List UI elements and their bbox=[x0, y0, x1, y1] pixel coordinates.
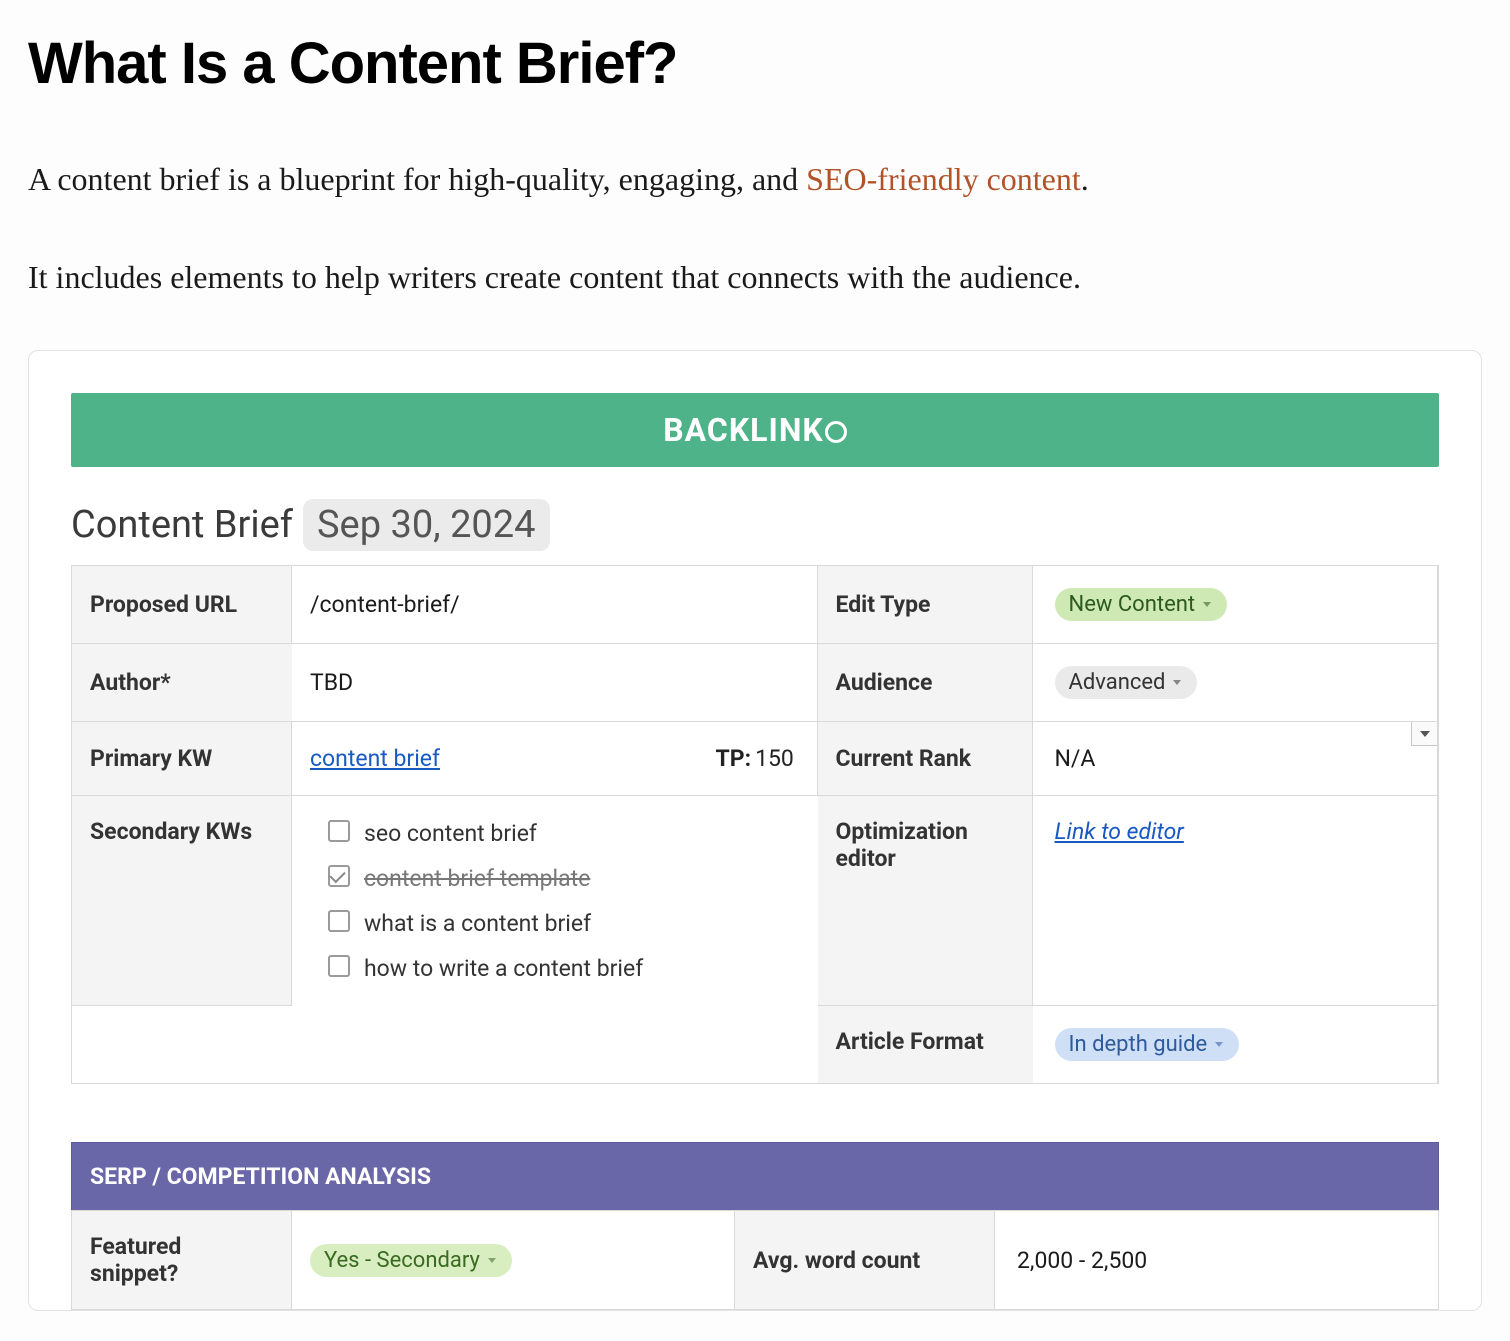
featured-snippet-value-cell: Yes - Secondary bbox=[292, 1211, 735, 1309]
edit-type-value-cell: New Content bbox=[1033, 566, 1439, 644]
checkbox-checked-icon[interactable] bbox=[328, 865, 350, 887]
checkbox-icon[interactable] bbox=[328, 910, 350, 932]
secondary-kws-cell: seo content brief content brief template… bbox=[292, 796, 818, 1006]
primary-kw-value-cell: content brief bbox=[292, 722, 698, 796]
secondary-kw-item[interactable]: how to write a content brief bbox=[328, 953, 643, 984]
audience-label: Audience bbox=[818, 644, 1033, 722]
caret-down-icon bbox=[1173, 680, 1181, 685]
avg-word-count-value: 2,000 - 2,500 bbox=[995, 1211, 1438, 1309]
secondary-kws-list: seo content brief content brief template… bbox=[328, 814, 643, 988]
brief-fields-grid: Proposed URL /content-brief/ Edit Type N… bbox=[71, 565, 1439, 1084]
primary-kw-label: Primary KW bbox=[72, 722, 292, 796]
seo-friendly-link[interactable]: SEO-friendly content bbox=[806, 161, 1081, 197]
current-rank-text: N/A bbox=[1055, 745, 1096, 772]
doc-title-text: Content Brief bbox=[71, 503, 293, 547]
document-title-row: Content Brief Sep 30, 2024 bbox=[71, 499, 1439, 551]
optimization-editor-label: Optimization editor bbox=[818, 796, 1033, 1006]
dropdown-corner-icon[interactable] bbox=[1411, 722, 1437, 746]
audience-pill[interactable]: Advanced bbox=[1055, 666, 1198, 699]
brand-logo-o-icon bbox=[825, 421, 847, 443]
serp-grid: Featured snippet? Yes - Secondary Avg. w… bbox=[71, 1210, 1439, 1310]
tp-label: TP: bbox=[716, 745, 752, 772]
current-rank-value: N/A bbox=[1033, 722, 1439, 796]
brand-banner: BACKLINK bbox=[71, 393, 1439, 467]
avg-word-count-label: Avg. word count bbox=[735, 1211, 995, 1309]
secondary-kw-text: seo content brief bbox=[364, 818, 537, 849]
link-to-editor[interactable]: Link to editor bbox=[1055, 818, 1184, 845]
tp-cell: TP: 150 bbox=[698, 722, 818, 796]
caret-down-icon bbox=[488, 1258, 496, 1263]
featured-snippet-pill-text: Yes - Secondary bbox=[324, 1248, 480, 1273]
secondary-kws-label: Secondary KWs bbox=[72, 796, 292, 1006]
intro-line-1: A content brief is a blueprint for high-… bbox=[28, 155, 1482, 205]
optimization-editor-value-cell: Link to editor bbox=[1033, 796, 1439, 1006]
content-brief-card: BACKLINK Content Brief Sep 30, 2024 Prop… bbox=[28, 350, 1482, 1311]
primary-kw-link[interactable]: content brief bbox=[310, 745, 440, 772]
audience-pill-text: Advanced bbox=[1069, 670, 1166, 695]
secondary-kw-item[interactable]: what is a content brief bbox=[328, 908, 643, 939]
serp-section-header: SERP / COMPETITION ANALYSIS bbox=[71, 1142, 1439, 1210]
intro-block: A content brief is a blueprint for high-… bbox=[28, 155, 1482, 302]
article-format-label: Article Format bbox=[818, 1006, 1033, 1083]
audience-value-cell: Advanced bbox=[1033, 644, 1439, 722]
current-rank-label: Current Rank bbox=[818, 722, 1033, 796]
secondary-kw-text: how to write a content brief bbox=[364, 953, 643, 984]
edit-type-label: Edit Type bbox=[818, 566, 1033, 644]
secondary-kw-item[interactable]: seo content brief bbox=[328, 818, 643, 849]
author-value: TBD bbox=[292, 644, 818, 722]
secondary-kw-text: content brief template bbox=[364, 863, 590, 894]
edit-type-pill-text: New Content bbox=[1069, 592, 1196, 617]
doc-date-chip: Sep 30, 2024 bbox=[303, 499, 550, 551]
secondary-kw-text: what is a content brief bbox=[364, 908, 591, 939]
edit-type-pill[interactable]: New Content bbox=[1055, 588, 1228, 621]
proposed-url-value: /content-brief/ bbox=[292, 566, 818, 644]
tp-value: 150 bbox=[755, 745, 794, 772]
featured-snippet-pill[interactable]: Yes - Secondary bbox=[310, 1244, 512, 1277]
article-format-pill-text: In depth guide bbox=[1069, 1032, 1208, 1057]
intro-text-1b: . bbox=[1081, 161, 1089, 197]
page-heading: What Is a Content Brief? bbox=[28, 30, 1482, 97]
brand-text: BACKLINK bbox=[663, 411, 824, 449]
intro-line-2: It includes elements to help writers cre… bbox=[28, 253, 1482, 303]
proposed-url-label: Proposed URL bbox=[72, 566, 292, 644]
secondary-kw-item[interactable]: content brief template bbox=[328, 863, 643, 894]
article-format-pill[interactable]: In depth guide bbox=[1055, 1028, 1240, 1061]
intro-text-1a: A content brief is a blueprint for high-… bbox=[28, 161, 806, 197]
checkbox-icon[interactable] bbox=[328, 955, 350, 977]
article-format-value-cell: In depth guide bbox=[1033, 1006, 1439, 1083]
checkbox-icon[interactable] bbox=[328, 820, 350, 842]
caret-down-icon bbox=[1203, 602, 1211, 607]
featured-snippet-label: Featured snippet? bbox=[72, 1211, 292, 1309]
caret-down-icon bbox=[1215, 1042, 1223, 1047]
author-label: Author* bbox=[72, 644, 292, 722]
